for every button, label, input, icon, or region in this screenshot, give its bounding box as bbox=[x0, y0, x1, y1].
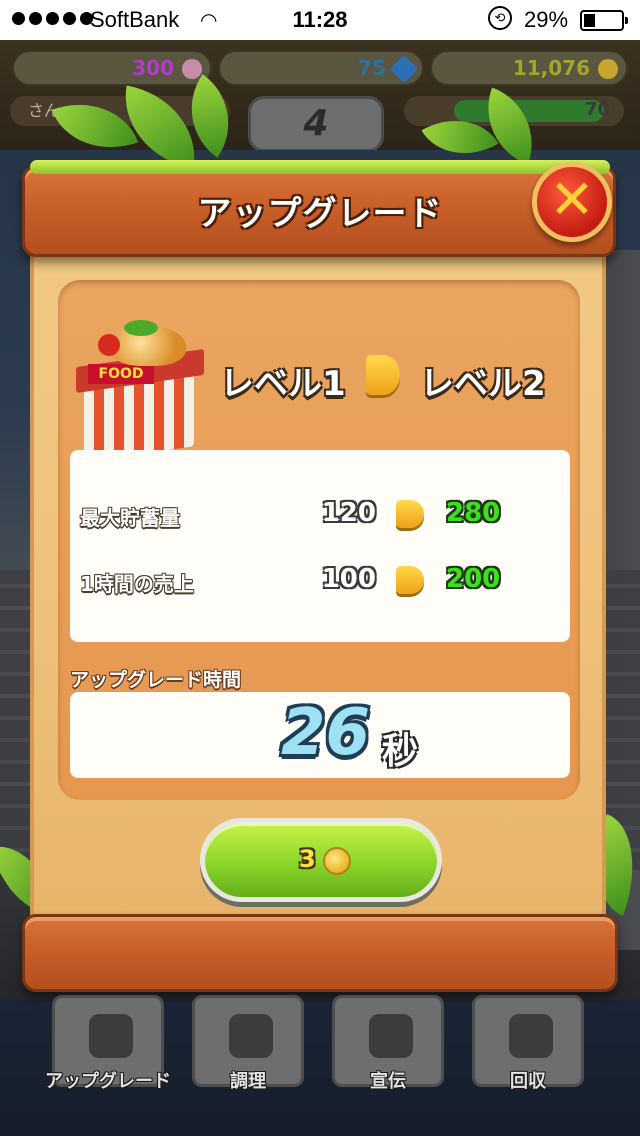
crystal-count: 75 bbox=[358, 56, 386, 80]
upgrade-time-label: アップグレード時間 bbox=[70, 669, 242, 691]
coin-counter: 11,076 bbox=[430, 50, 628, 86]
grass-trim bbox=[30, 160, 610, 174]
stat-label: 最大貯蓄量 bbox=[80, 506, 180, 530]
food-stand-icon: FOOD bbox=[70, 320, 210, 462]
tab-label: アップグレード bbox=[45, 1071, 171, 1092]
battery-percent: 29% bbox=[524, 7, 569, 32]
gem-count: 300 bbox=[132, 56, 174, 80]
stat-old-value: 120 bbox=[321, 498, 376, 528]
upgrade-time-box: 26 秒 bbox=[70, 692, 570, 778]
tomato bbox=[98, 334, 120, 356]
xp-value: 70 bbox=[584, 99, 610, 120]
stand-sign: FOOD bbox=[88, 364, 154, 384]
upgrade-time-value: 26 bbox=[280, 696, 370, 770]
stat-row-hourly-sales: 1時間の売上 100 200 bbox=[70, 562, 570, 602]
coin-icon bbox=[323, 847, 351, 875]
stat-label: 1時間の売上 bbox=[80, 572, 194, 596]
upgrade-cost: 3 bbox=[299, 845, 316, 873]
bottom-tab-bar: アップグレード 調理 宣伝 回収 bbox=[0, 995, 640, 1136]
gem-icon bbox=[182, 59, 202, 79]
upgrade-time-unit: 秒 bbox=[382, 731, 419, 772]
stat-old-value: 100 bbox=[321, 564, 376, 594]
rotation-lock-icon: ⟲ bbox=[488, 6, 512, 30]
player-level: 4 bbox=[248, 96, 384, 152]
arrow-right-icon bbox=[366, 355, 400, 395]
close-icon: ✕ bbox=[549, 168, 595, 231]
coins-icon bbox=[509, 1014, 553, 1058]
stat-new-value: 280 bbox=[446, 498, 501, 528]
stat-new-value: 200 bbox=[446, 564, 501, 594]
arrow-right-icon bbox=[396, 566, 424, 594]
battery-icon bbox=[580, 10, 628, 31]
tab-label: 調理 bbox=[230, 1071, 266, 1092]
dialog-footer-board bbox=[22, 914, 618, 992]
stat-row-max-storage: 最大貯蓄量 120 280 bbox=[70, 496, 570, 536]
close-button[interactable]: ✕ bbox=[532, 162, 612, 242]
arrow-right-icon bbox=[396, 500, 424, 528]
pot-icon bbox=[229, 1014, 273, 1058]
gem-counter: 300 bbox=[12, 50, 212, 86]
xp-fill bbox=[454, 100, 604, 122]
next-level: レベル2 bbox=[420, 364, 546, 404]
megaphone-icon bbox=[369, 1014, 413, 1058]
dialog-title: アップグレード bbox=[197, 194, 443, 234]
lettuce bbox=[124, 320, 158, 336]
status-bar: SoftBank ◠ 11:28 ⟲ 29% bbox=[0, 0, 640, 40]
current-level: レベル1 bbox=[220, 364, 346, 404]
coin-icon bbox=[598, 59, 618, 79]
crystal-icon bbox=[389, 54, 419, 84]
upgrade-icon bbox=[89, 1014, 133, 1058]
tab-label: 回収 bbox=[510, 1071, 546, 1092]
coin-count: 11,076 bbox=[512, 56, 590, 80]
tab-label: 宣伝 bbox=[370, 1071, 406, 1092]
upgrade-buy-button[interactable]: 3 bbox=[200, 818, 442, 902]
crystal-counter: 75 bbox=[218, 50, 424, 86]
stats-box: 最大貯蓄量 120 280 1時間の売上 100 200 bbox=[70, 450, 570, 642]
